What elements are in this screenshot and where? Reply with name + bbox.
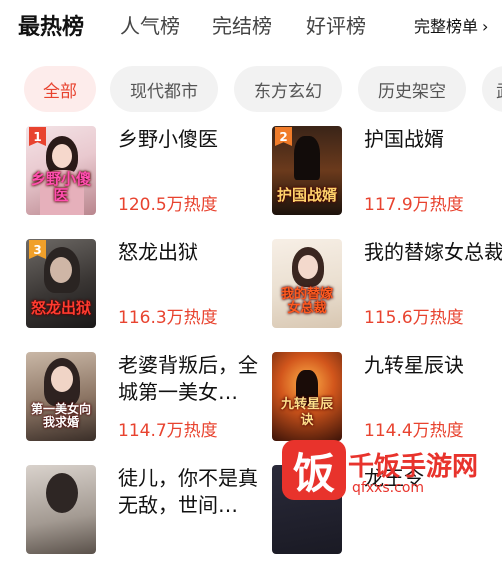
watermark-name: 千饭手游网 [348, 452, 479, 482]
book-heat: 116.3万热度 [118, 308, 218, 328]
book-title: 我的替嫁女总裁 [364, 240, 502, 264]
watermark-url: qfxxs.com [352, 480, 425, 496]
book-heat: 120.5万热度 [118, 195, 218, 215]
book-item[interactable]: 第一美女向我求婚 老婆背叛后，全城第一美女… 114.7万热度 [26, 352, 266, 462]
full-list-label: 完整榜单 [414, 17, 479, 36]
tab-completed[interactable]: 完结榜 [212, 10, 272, 39]
book-title: 徒儿，你不是真无敌，世间… [118, 466, 258, 517]
book-cover: 2 护国战婿 [272, 126, 342, 215]
book-title: 九转星辰诀 [364, 353, 464, 377]
book-cover [26, 465, 96, 554]
tab-popularity[interactable]: 人气榜 [120, 10, 180, 39]
full-list-link[interactable]: 完整榜单 › [414, 13, 488, 37]
chip-all[interactable]: 全部 [24, 66, 96, 112]
chip-eastern-fantasy[interactable]: 东方玄幻 [234, 66, 342, 112]
book-heat: 115.6万热度 [364, 308, 464, 328]
chip-alt-history[interactable]: 历史架空 [358, 66, 466, 112]
book-title: 老婆背叛后，全城第一美女… [118, 353, 258, 404]
book-item[interactable]: 3 怒龙出狱 怒龙出狱 116.3万热度 [26, 239, 266, 349]
ranking-tabs: 最热榜 人气榜 完结榜 好评榜 完整榜单 › [0, 0, 502, 56]
book-heat: 114.4万热度 [364, 421, 464, 441]
book-item[interactable]: 徒儿，你不是真无敌，世间… [26, 465, 266, 575]
category-chips: 全部 现代都市 东方玄幻 历史架空 武 [0, 66, 502, 116]
book-cover: 我的替嫁女总裁 [272, 239, 342, 328]
book-cover: 九转星辰诀 [272, 352, 342, 441]
book-cover: 1 乡野小傻医 [26, 126, 96, 215]
watermark-logo: 饭 [282, 440, 346, 500]
book-cover: 第一美女向我求婚 [26, 352, 96, 441]
book-title: 乡野小傻医 [118, 127, 218, 151]
cover-title: 乡野小傻医 [30, 170, 91, 204]
book-title: 怒龙出狱 [118, 240, 198, 264]
cover-title: 怒龙出狱 [30, 299, 91, 317]
cover-title: 护国战婿 [276, 186, 337, 204]
chip-modern-urban[interactable]: 现代都市 [110, 66, 218, 112]
book-item[interactable]: 2 护国战婿 护国战婿 117.9万热度 [272, 126, 502, 236]
book-item[interactable]: 1 乡野小傻医 乡野小傻医 120.5万热度 [26, 126, 266, 236]
chip-martial[interactable]: 武 [482, 66, 502, 112]
book-item[interactable]: 我的替嫁女总裁 我的替嫁女总裁 115.6万热度 [272, 239, 502, 349]
tab-top-rated[interactable]: 好评榜 [306, 10, 366, 39]
watermark: 饭 千饭手游网 qfxxs.com [282, 440, 502, 505]
tab-hottest[interactable]: 最热榜 [18, 9, 84, 41]
book-heat: 114.7万热度 [118, 421, 218, 441]
chevron-right-icon: › [482, 17, 489, 36]
cover-title: 九转星辰诀 [280, 397, 333, 428]
book-heat: 117.9万热度 [364, 195, 464, 215]
book-cover: 3 怒龙出狱 [26, 239, 96, 328]
cover-title: 第一美女向我求婚 [30, 402, 91, 429]
book-title: 护国战婿 [364, 127, 444, 151]
cover-title: 我的替嫁女总裁 [280, 287, 333, 316]
